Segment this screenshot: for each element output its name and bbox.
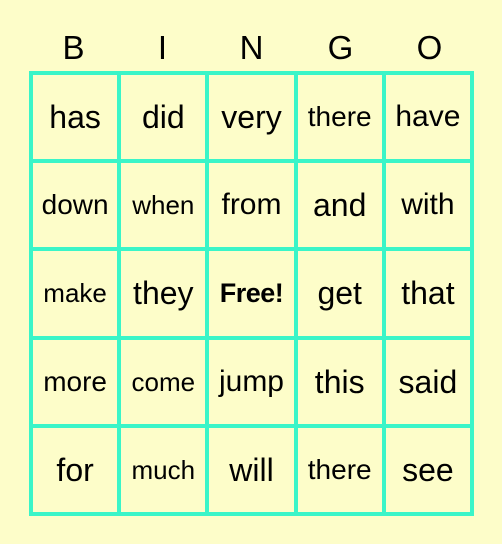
bingo-cell[interactable]: that [383,249,472,338]
header-letter-g: G [327,29,354,66]
header-letter-b: B [62,29,85,66]
bingo-cell[interactable]: will [207,425,296,514]
bingo-cell[interactable]: see [383,425,472,514]
bingo-cell[interactable]: when [119,161,208,250]
bingo-cell[interactable]: jump [207,337,296,426]
bingo-cell[interactable]: and [295,161,384,250]
bingo-cell[interactable]: there [295,425,384,514]
bingo-cell[interactable]: this [295,337,384,426]
bingo-cell[interactable]: much [119,425,208,514]
header-letter-n: N [239,29,264,66]
bingo-cell[interactable]: did [119,73,208,162]
bingo-cell[interactable]: more [31,337,120,426]
bingo-cell[interactable]: make [31,249,120,338]
bingo-cell[interactable]: for [31,425,120,514]
bingo-cell[interactable]: have [383,73,472,162]
bingo-cell[interactable]: there [295,73,384,162]
bingo-cell[interactable]: has [31,73,120,162]
bingo-grid: has did very there have down when from a… [29,71,474,516]
bingo-cell[interactable]: they [119,249,208,338]
bingo-cell[interactable]: very [207,73,296,162]
bingo-header: B I N G O [29,26,474,70]
bingo-cell[interactable]: come [119,337,208,426]
bingo-cell[interactable]: with [383,161,472,250]
bingo-cell[interactable]: get [295,249,384,338]
free-space-cell[interactable]: Free! [207,249,296,338]
header-letter-i: I [157,29,168,66]
header-letter-o: O [416,29,443,66]
bingo-cell[interactable]: from [207,161,296,250]
bingo-cell[interactable]: down [31,161,120,250]
bingo-cell[interactable]: said [383,337,472,426]
